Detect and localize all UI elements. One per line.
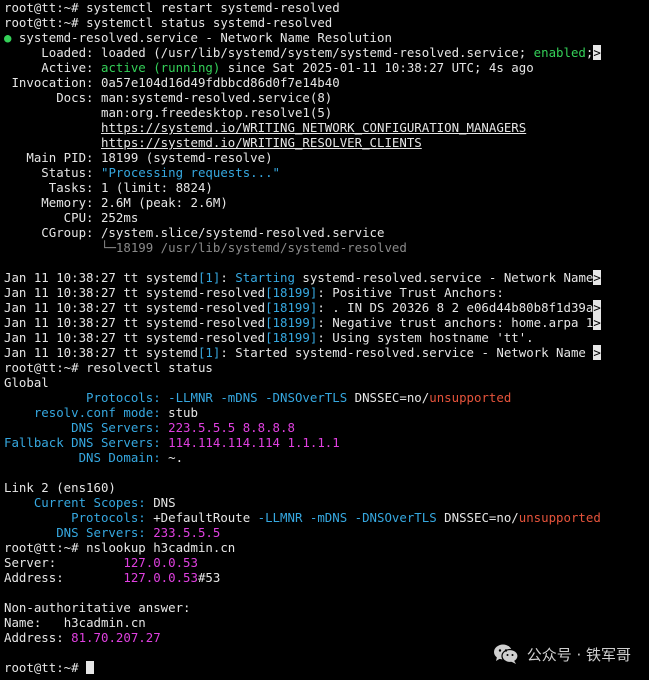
docs-line: https://systemd.io/WRITING_RESOLVER_CLIE… [4, 135, 649, 150]
journal-pid: [18199] [265, 300, 318, 315]
watermark-text: 公众号 · 铁军哥 [526, 645, 631, 664]
unit-title-line: ● systemd-resolved.service - Network Nam… [4, 30, 392, 45]
journal-msg: : [220, 270, 236, 285]
global-mode-line: resolv.conf mode: stub [4, 405, 198, 420]
tasks-line: Tasks: 1 (limit: 8824) [4, 180, 213, 195]
command-text: nslookup h3cadmin.cn [86, 540, 236, 555]
line-overflow-marker: > [593, 345, 601, 360]
journal-line: Jan 11 10:38:27 tt systemd[1]: Started s… [4, 345, 649, 360]
journal-line: Jan 11 10:38:27 tt systemd-resolved[1819… [4, 285, 649, 300]
line-overflow-marker: > [593, 315, 601, 330]
journal-pre: Jan 11 10:38:27 tt systemd-resolved [4, 330, 266, 345]
journal-rest: systemd-resolved.service - Network Name [294, 270, 594, 285]
docs-line: man:org.freedesktop.resolve1(5) [100, 105, 333, 120]
global-domain-line: DNS Domain: ~. [4, 450, 184, 465]
invocation-line: Invocation: 0a57e104d16d49fdbbcd86d0f7e1… [4, 75, 340, 90]
shell-prompt: root@tt:~# [4, 540, 87, 555]
journal-pid: [1] [197, 345, 221, 360]
command-text: systemctl status systemd-resolved [86, 15, 333, 30]
nslookup-address-line: Address: 127.0.0.53#53 [4, 570, 221, 585]
command-line: root@tt:~# systemctl restart systemd-res… [4, 0, 649, 15]
journal-line: Jan 11 10:38:27 tt systemd[1]: Starting … [4, 270, 649, 285]
command-line: root@tt:~# nslookup h3cadmin.cn [4, 540, 649, 555]
global-protocols-line: Protocols: -LLMNR -mDNS -DNSOverTLS DNSS… [4, 390, 512, 405]
global-fallback-line: Fallback DNS Servers: 114.114.114.114 1.… [4, 435, 340, 450]
nslookup-server-line: Server: 127.0.0.53 [4, 555, 198, 570]
journal-pre: Jan 11 10:38:27 tt systemd-resolved [4, 285, 266, 300]
docs-link[interactable]: https://systemd.io/WRITING_NETWORK_CONFI… [101, 120, 526, 135]
link-scopes-line: Current Scopes: DNS [4, 495, 176, 510]
shell-prompt: root@tt:~# [4, 360, 87, 375]
nslookup-name-line: Name: h3cadmin.cn [4, 615, 146, 630]
journal-pid: [18199] [265, 285, 318, 300]
active-line: Active: active (running) since Sat 2025-… [4, 60, 534, 75]
journal-msg: : Positive Trust Anchors: [317, 285, 504, 300]
line-overflow-marker: > [593, 45, 601, 60]
wechat-icon [493, 643, 519, 665]
docs-link[interactable]: https://systemd.io/WRITING_RESOLVER_CLIE… [101, 135, 422, 150]
journal-line: Jan 11 10:38:27 tt systemd-resolved[1819… [4, 315, 649, 330]
journal-pre: Jan 11 10:38:27 tt systemd-resolved [4, 315, 266, 330]
journal-pid: [18199] [265, 330, 318, 345]
shell-prompt: root@tt:~# [4, 15, 87, 30]
shell-prompt: root@tt:~# [4, 0, 87, 15]
cgroup-child-line: └─18199 /usr/lib/systemd/systemd-resolve… [100, 240, 407, 255]
line-overflow-marker: > [593, 270, 601, 285]
journal-pid: [1] [197, 270, 221, 285]
journal-pid: [18199] [265, 315, 318, 330]
journal-line: Jan 11 10:38:27 tt systemd-resolved[1819… [4, 330, 649, 345]
line-overflow-marker: > [593, 300, 601, 315]
command-text: resolvectl status [86, 360, 213, 375]
journal-line: Jan 11 10:38:27 tt systemd-resolved[1819… [4, 300, 649, 315]
cpu-line: CPU: 252ms [4, 210, 139, 225]
command-line: root@tt:~# resolvectl status [4, 360, 649, 375]
journal-log: Jan 11 10:38:27 tt systemd[1]: Starting … [4, 270, 649, 360]
global-heading: Global [4, 375, 49, 390]
docs-line: Docs: man:systemd-resolved.service(8) [4, 90, 333, 105]
journal-msg: : . IN DS 20326 8 2 e06d44b80b8f1d39a [317, 300, 594, 315]
shell-prompt: root@tt:~# [4, 660, 87, 675]
memory-line: Memory: 2.6M (peak: 2.6M) [4, 195, 228, 210]
journal-hl: Starting [235, 270, 295, 285]
command-line: root@tt:~# systemctl status systemd-reso… [4, 15, 649, 30]
journal-pre: Jan 11 10:38:27 tt systemd-resolved [4, 300, 266, 315]
mainpid-line: Main PID: 18199 (systemd-resolve) [4, 150, 273, 165]
watermark: 公众号 · 铁军哥 [493, 642, 631, 666]
link-heading: Link 2 (ens160) [4, 480, 116, 495]
text-cursor[interactable] [86, 661, 95, 674]
journal-msg: : Negative trust anchors: home.arpa 1 [317, 315, 594, 330]
active-state: active (running) [100, 60, 221, 75]
global-dns-line: DNS Servers: 223.5.5.5 8.8.8.8 [4, 420, 295, 435]
link-dns-line: DNS Servers: 233.5.5.5 [4, 525, 221, 540]
loaded-line: Loaded: loaded (/usr/lib/systemd/system/… [4, 45, 601, 60]
link-protocols-line: Protocols: +DefaultRoute -LLMNR -mDNS -D… [4, 510, 601, 525]
nslookup-nonauth-line: Non-authoritative answer: [4, 600, 191, 615]
journal-pre: Jan 11 10:38:27 tt systemd [4, 345, 198, 360]
command-text: systemctl restart systemd-resolved [86, 0, 340, 15]
journal-pre: Jan 11 10:38:27 tt systemd [4, 270, 198, 285]
terminal-window[interactable]: root@tt:~# systemctl restart systemd-res… [0, 0, 649, 680]
docs-line: https://systemd.io/WRITING_NETWORK_CONFI… [4, 120, 649, 135]
journal-msg: : Started systemd-resolved.service - Net… [220, 345, 594, 360]
journal-msg: : Using system hostname 'tt'. [317, 330, 534, 345]
status-line: Status: "Processing requests..." [4, 165, 281, 180]
cgroup-line: CGroup: /system.slice/systemd-resolved.s… [4, 225, 385, 240]
